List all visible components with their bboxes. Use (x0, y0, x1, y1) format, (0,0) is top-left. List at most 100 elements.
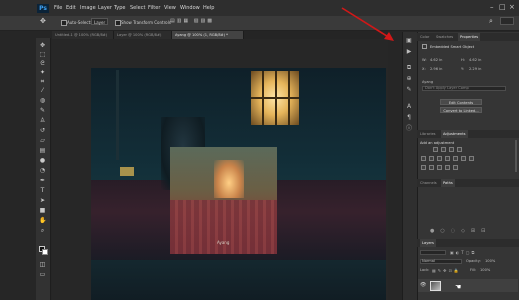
inset-glow (214, 160, 244, 198)
selective-color-icon[interactable] (453, 165, 458, 170)
align-icons[interactable]: ▤▥▦ ▧▨▩ (170, 18, 214, 24)
w-value[interactable]: 4.62 in (430, 58, 442, 62)
history-icon[interactable]: ▣ (405, 37, 413, 45)
layer-comp-placeholder: Don't Apply Layer Comp (425, 86, 469, 90)
hand-tool-icon[interactable]: ✋ (39, 218, 46, 224)
menu-view[interactable]: View (164, 5, 176, 11)
play-actions-icon[interactable]: ▶ (405, 48, 413, 56)
move-tool-preset-icon[interactable]: ✥ (40, 17, 46, 25)
menu-help[interactable]: Help (203, 5, 214, 11)
tab-properties[interactable]: Properties (458, 33, 481, 41)
black-white-icon[interactable] (445, 156, 450, 161)
opacity-value[interactable]: 100% (485, 259, 495, 263)
menu-bar (0, 0, 519, 17)
navigator-icon[interactable]: ⊕ (405, 75, 413, 83)
type-tool-icon[interactable]: T (39, 188, 46, 194)
y-value[interactable]: 2.29 in (469, 67, 481, 71)
move-tool-icon[interactable]: ✥ (39, 43, 46, 49)
character-icon[interactable]: A (405, 103, 413, 111)
panel-icon-strip (402, 32, 417, 300)
tab-swatches[interactable]: Swatches (436, 33, 453, 41)
menu-edit[interactable]: Edit (66, 5, 76, 11)
marquee-tool-icon[interactable]: ⬚ (39, 52, 46, 58)
color-lookup-icon[interactable] (469, 156, 474, 161)
channel-mixer-icon[interactable] (461, 156, 466, 161)
layer-filter-icons[interactable]: ▣◐T▢⧉ (450, 250, 476, 255)
levels-icon[interactable] (441, 147, 446, 152)
hue-saturation-icon[interactable] (429, 156, 434, 161)
tab-adjustments[interactable]: Adjustments (441, 130, 468, 138)
curves-icon[interactable] (449, 147, 454, 152)
app-logo: Ps (37, 4, 49, 13)
screen-mode-icon[interactable]: ▭ (39, 272, 46, 278)
history-brush-icon[interactable]: ↺ (39, 128, 46, 134)
h-value[interactable]: 4.62 in (469, 58, 481, 62)
exposure-icon[interactable] (457, 147, 462, 152)
tab-channels[interactable]: Channels (420, 179, 437, 187)
path-select-icon[interactable]: ➤ (39, 198, 46, 204)
crop-tool-icon[interactable]: ⌗ (39, 79, 46, 85)
menu-layer[interactable]: Layer (98, 5, 112, 11)
threshold-icon[interactable] (437, 165, 442, 170)
tab-ayang[interactable]: Ayang @ 100% (1, RGB/8#) * (172, 31, 244, 39)
healing-brush-icon[interactable]: ◍ (39, 98, 46, 104)
brush-preset-icon[interactable]: ✎ (405, 86, 413, 94)
background-color-swatch[interactable] (42, 249, 48, 255)
vibrance-icon[interactable] (421, 156, 426, 161)
edit-contents-button[interactable]: Edit Contents (440, 99, 482, 105)
tab-paths[interactable]: Paths (441, 179, 455, 187)
tab-untitled-1[interactable]: Untitled-1 @ 100% (RGB/8#) (52, 31, 114, 39)
eyedropper-icon[interactable]: ⁄ (39, 88, 46, 94)
magic-wand-icon[interactable]: ✦ (39, 70, 46, 76)
menu-type[interactable]: Type (114, 5, 125, 11)
menu-filter[interactable]: Filter (148, 5, 160, 11)
adjustments-scrollbar[interactable] (515, 140, 517, 172)
paths-footer-icons[interactable]: ●○◌◇⊞⊟ (430, 228, 491, 234)
color-balance-icon[interactable] (437, 156, 442, 161)
layer-comps-icon[interactable]: ⧉ (405, 64, 413, 72)
x-value[interactable]: 2.96 in (430, 67, 442, 71)
clone-stamp-icon[interactable]: ♙ (39, 118, 46, 124)
brightness-icon[interactable] (433, 147, 438, 152)
lock-label: Lock: (420, 268, 430, 272)
lasso-tool-icon[interactable]: ᘓ (39, 61, 46, 67)
gradient-map-icon[interactable] (445, 165, 450, 170)
opacity-label: Opacity: (466, 259, 481, 263)
layer-thumbnail[interactable] (430, 281, 441, 291)
workspace-switcher[interactable] (500, 17, 514, 25)
layer-comp-label: Ayang (422, 80, 434, 84)
blur-icon[interactable]: ● (39, 158, 46, 164)
eraser-icon[interactable]: ▱ (39, 138, 46, 144)
maximize-icon[interactable]: □ (499, 3, 506, 11)
tab-layers[interactable]: Layers (420, 239, 436, 247)
lock-icons[interactable]: ▦✎✥⊡🔒 (432, 268, 461, 273)
pen-tool-icon[interactable]: ✒ (39, 178, 46, 184)
close-icon[interactable]: × (509, 3, 515, 11)
photo-filter-icon[interactable] (453, 156, 458, 161)
menu-select[interactable]: Select (130, 5, 145, 11)
tab-libraries[interactable]: Libraries (420, 130, 436, 138)
brush-tool-icon[interactable]: ✎ (39, 108, 46, 114)
layer-filter-dropdown[interactable] (420, 250, 446, 255)
posterize-icon[interactable] (429, 165, 434, 170)
convert-to-linked-button[interactable]: Convert to Linked... (440, 107, 482, 113)
x-label: X: (422, 67, 426, 71)
gradient-icon[interactable]: ▤ (39, 148, 46, 154)
info-icon[interactable]: ⓘ (405, 125, 413, 133)
dodge-icon[interactable]: ◔ (39, 168, 46, 174)
quick-mask-icon[interactable]: ◫ (39, 262, 46, 268)
tab-layer[interactable]: Layer @ 100% (RGB/8#) (114, 31, 172, 39)
menu-window[interactable]: Window (180, 5, 200, 11)
menu-image[interactable]: Image (80, 5, 96, 11)
search-icon[interactable]: ⌕ (489, 17, 493, 26)
fill-value[interactable]: 100% (480, 268, 490, 272)
shape-tool-icon[interactable]: ■ (39, 208, 46, 214)
menu-file[interactable]: File (54, 5, 62, 11)
minimize-icon[interactable]: – (490, 3, 494, 11)
layer-visibility-eye-icon[interactable]: 👁 (420, 282, 426, 288)
h-label: H: (461, 58, 465, 62)
paragraph-icon[interactable]: ¶ (405, 114, 413, 122)
tab-color[interactable]: Color (420, 33, 429, 41)
zoom-tool-icon[interactable]: ⌕ (39, 228, 46, 234)
invert-icon[interactable] (421, 165, 426, 170)
